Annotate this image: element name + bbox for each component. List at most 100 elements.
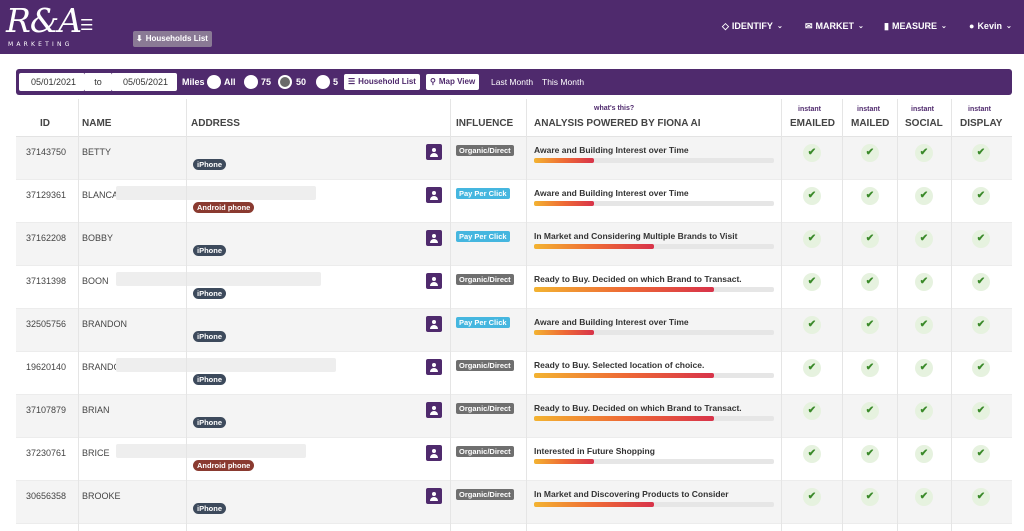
chevron-down-icon: ⌄ [858, 23, 864, 30]
menu-icon[interactable]: ☰ [80, 18, 93, 33]
table-row[interactable]: 37143750 BETTY iPhone Organic/Direct Aware a… [16, 137, 1012, 180]
col-influence[interactable]: INFLUENCE [456, 118, 513, 129]
col-name[interactable]: NAME [82, 118, 111, 129]
whats-this-link[interactable]: what's this? [594, 105, 634, 112]
table-row[interactable]: 32505756 BRANDON iPhone Pay Per Click Aware … [16, 309, 1012, 352]
col-divider [951, 99, 952, 531]
check-icon-social: ✔ [915, 144, 933, 162]
row-name: BRIAN [82, 405, 110, 415]
col-id[interactable]: ID [40, 118, 50, 129]
profile-button[interactable] [426, 187, 442, 203]
household-list-button[interactable]: ☰ Household List [344, 74, 420, 90]
radius-all-radio[interactable] [207, 75, 221, 89]
analysis-text: Aware and Building Interest over Time [534, 145, 689, 155]
table-row[interactable]: 37131398 BOON iPhone Organic/Direct Ready to… [16, 266, 1012, 309]
person-icon-head [432, 363, 436, 367]
last-month-link[interactable]: Last Month [491, 73, 533, 91]
households-list-chip[interactable]: ⬇ Households List [133, 31, 212, 47]
bar-chart-icon: ▮ [884, 20, 889, 31]
col-divider [842, 99, 843, 531]
person-icon-head [432, 449, 436, 453]
profile-button[interactable] [426, 359, 442, 375]
table-row[interactable]: 37162208 BOBBY iPhone Pay Per Click In Marke… [16, 223, 1012, 266]
person-icon [426, 187, 442, 203]
chevron-down-icon: ⌄ [776, 23, 783, 30]
address-placeholder [116, 186, 316, 200]
table-row[interactable]: 19620140 BRANDON iPhone Organic/Direct Ready… [16, 352, 1012, 395]
check-icon-emailed: ✔ [803, 488, 821, 506]
col-address[interactable]: ADDRESS [191, 118, 240, 129]
check-icon-mailed: ✔ [861, 187, 879, 205]
profile-button[interactable] [426, 144, 442, 160]
analysis-progress-fill [534, 158, 594, 163]
check-icon-mailed: ✔ [861, 402, 879, 420]
person-icon-body [430, 411, 438, 415]
analysis-progress-track [534, 459, 774, 464]
person-icon-body [430, 497, 438, 501]
check-icon-mailed: ✔ [861, 273, 879, 291]
start-date-input[interactable]: 05/01/2021 [19, 73, 85, 91]
device-badge: iPhone [193, 245, 227, 256]
table-row[interactable]: 30656358 BROOKE iPhone Organic/Direct In Mar… [16, 481, 1012, 524]
nav-identify[interactable]: ◇ IDENTIFY ⌄ [722, 19, 783, 33]
influence-badge: Organic/Direct [456, 489, 514, 500]
row-id: 19620140 [26, 362, 67, 372]
analysis-progress-track [534, 502, 774, 507]
table-row[interactable]: 37129361 BLANCA Android phone Pay Per Click… [16, 180, 1012, 223]
radius-5-radio[interactable] [316, 75, 330, 89]
col-display[interactable]: DISPLAY [960, 118, 1002, 129]
check-icon-mailed: ✔ [861, 144, 879, 162]
address-placeholder [116, 358, 336, 372]
end-date-input[interactable]: 05/05/2021 [111, 73, 177, 91]
households-chip-label: Households List [145, 34, 208, 43]
analysis-progress-track [534, 244, 774, 249]
radius-50-radio[interactable] [278, 75, 292, 89]
nav-market[interactable]: ✉ MARKET ⌄ [805, 19, 864, 33]
person-icon-head [432, 234, 436, 238]
diamond-icon: ◇ [722, 20, 729, 31]
instant-label-social: instant [911, 106, 934, 113]
col-divider [526, 99, 527, 531]
row-id: 37143750 [26, 147, 67, 157]
nav-user[interactable]: ● Kevin ⌄ [969, 19, 1012, 33]
influence-badge: Organic/Direct [456, 274, 514, 285]
device-badge: iPhone [193, 159, 227, 170]
analysis-progress-fill [534, 330, 594, 335]
table-row[interactable]: 37230761 BRICE Android phone Organic/Direct… [16, 438, 1012, 481]
logo-sub-text: MARKETING [8, 41, 73, 48]
col-divider [78, 99, 79, 531]
radius-75-radio[interactable] [244, 75, 258, 89]
user-circle-icon: ● [969, 21, 975, 31]
analysis-text: Interested in Future Shopping [534, 446, 655, 456]
analysis-progress-track [534, 158, 774, 163]
filter-bar: 05/01/2021 to 05/05/2021 Miles All 75 50… [16, 69, 1012, 95]
miles-label: Miles [182, 77, 205, 87]
check-icon-emailed: ✔ [803, 359, 821, 377]
envelope-icon: ✉ [805, 20, 813, 31]
table-row[interactable]: 37107879 BRIAN iPhone Organic/Direct Ready t… [16, 395, 1012, 438]
person-icon-body [430, 196, 438, 200]
this-month-link[interactable]: This Month [542, 73, 584, 91]
nav-market-label: MARKET [815, 21, 855, 31]
check-icon-emailed: ✔ [803, 187, 821, 205]
profile-button[interactable] [426, 402, 442, 418]
profile-button[interactable] [426, 488, 442, 504]
analysis-text: In Market and Discovering Products to Co… [534, 489, 729, 499]
map-view-button[interactable]: ⚲ Map View [426, 74, 480, 90]
nav-measure[interactable]: ▮ MEASURE ⌄ [884, 19, 947, 33]
profile-button[interactable] [426, 230, 442, 246]
col-emailed[interactable]: EMAILED [790, 118, 835, 129]
col-mailed[interactable]: MAILED [851, 118, 889, 129]
brand-logo[interactable]: R&A MARKETING [6, 2, 82, 52]
profile-button[interactable] [426, 445, 442, 461]
check-icon-display: ✔ [972, 488, 990, 506]
person-icon-head [432, 406, 436, 410]
col-social[interactable]: SOCIAL [905, 118, 943, 129]
profile-button[interactable] [426, 316, 442, 332]
analysis-progress-fill [534, 244, 654, 249]
analysis-text: Ready to Buy. Decided on which Brand to … [534, 274, 742, 284]
nav-measure-label: MEASURE [891, 21, 937, 31]
profile-button[interactable] [426, 273, 442, 289]
analysis-progress-fill [534, 201, 594, 206]
col-analysis[interactable]: ANALYSIS POWERED BY FIONA AI [534, 118, 701, 129]
